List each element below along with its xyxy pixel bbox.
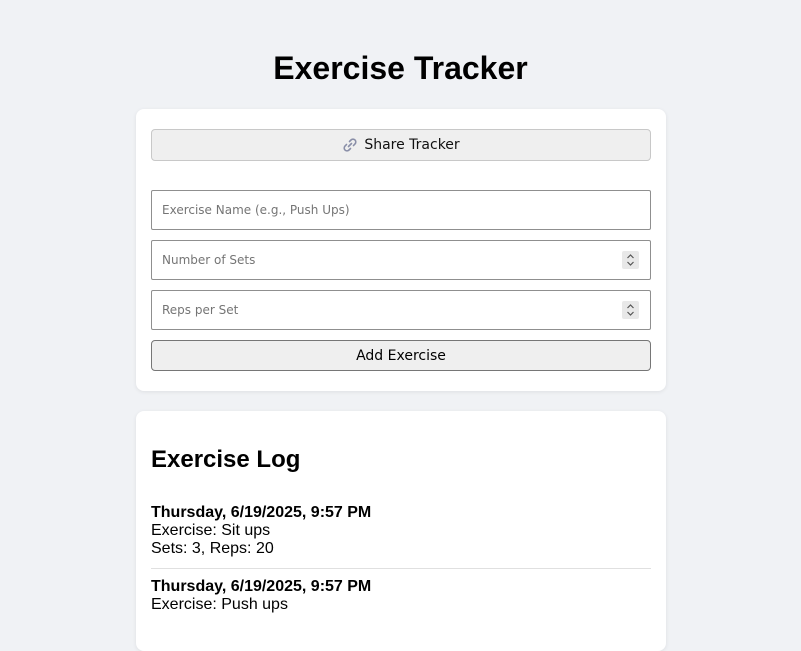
log-entry: Thursday, 6/19/2025, 9:57 PM Exercise: P… — [151, 578, 651, 614]
log-entry-details: Sets: 3, Reps: 20 — [151, 540, 274, 557]
sets-field[interactable] — [151, 240, 651, 280]
reps-input[interactable] — [152, 291, 602, 329]
log-entry: Thursday, 6/19/2025, 9:57 PM Exercise: S… — [151, 504, 651, 569]
reps-field[interactable] — [151, 290, 651, 330]
sets-input[interactable] — [152, 241, 602, 279]
log-entry-date: Thursday, 6/19/2025, 9:57 PM — [151, 578, 372, 595]
share-tracker-button[interactable]: Share Tracker — [151, 129, 651, 161]
log-entry-exercise: Exercise: Sit ups — [151, 522, 271, 539]
exercise-log-card: Exercise Log Thursday, 6/19/2025, 9:57 P… — [136, 411, 666, 651]
page-title: Exercise Tracker — [273, 50, 528, 86]
log-entry-date: Thursday, 6/19/2025, 9:57 PM — [151, 504, 372, 521]
stepper-arrows-icon — [627, 304, 634, 316]
log-entry-exercise: Exercise: Push ups — [151, 596, 288, 613]
exercise-form-card: Share Tracker Add Exercise — [136, 109, 666, 391]
exercise-log-title: Exercise Log — [151, 446, 301, 473]
reps-stepper[interactable] — [622, 301, 639, 319]
exercise-name-field[interactable] — [151, 190, 651, 230]
add-exercise-button[interactable]: Add Exercise — [151, 340, 651, 371]
exercise-name-input[interactable] — [152, 191, 602, 229]
sets-stepper[interactable] — [622, 251, 639, 269]
link-icon — [342, 137, 358, 153]
share-tracker-label: Share Tracker — [364, 137, 460, 153]
stepper-arrows-icon — [627, 254, 634, 266]
